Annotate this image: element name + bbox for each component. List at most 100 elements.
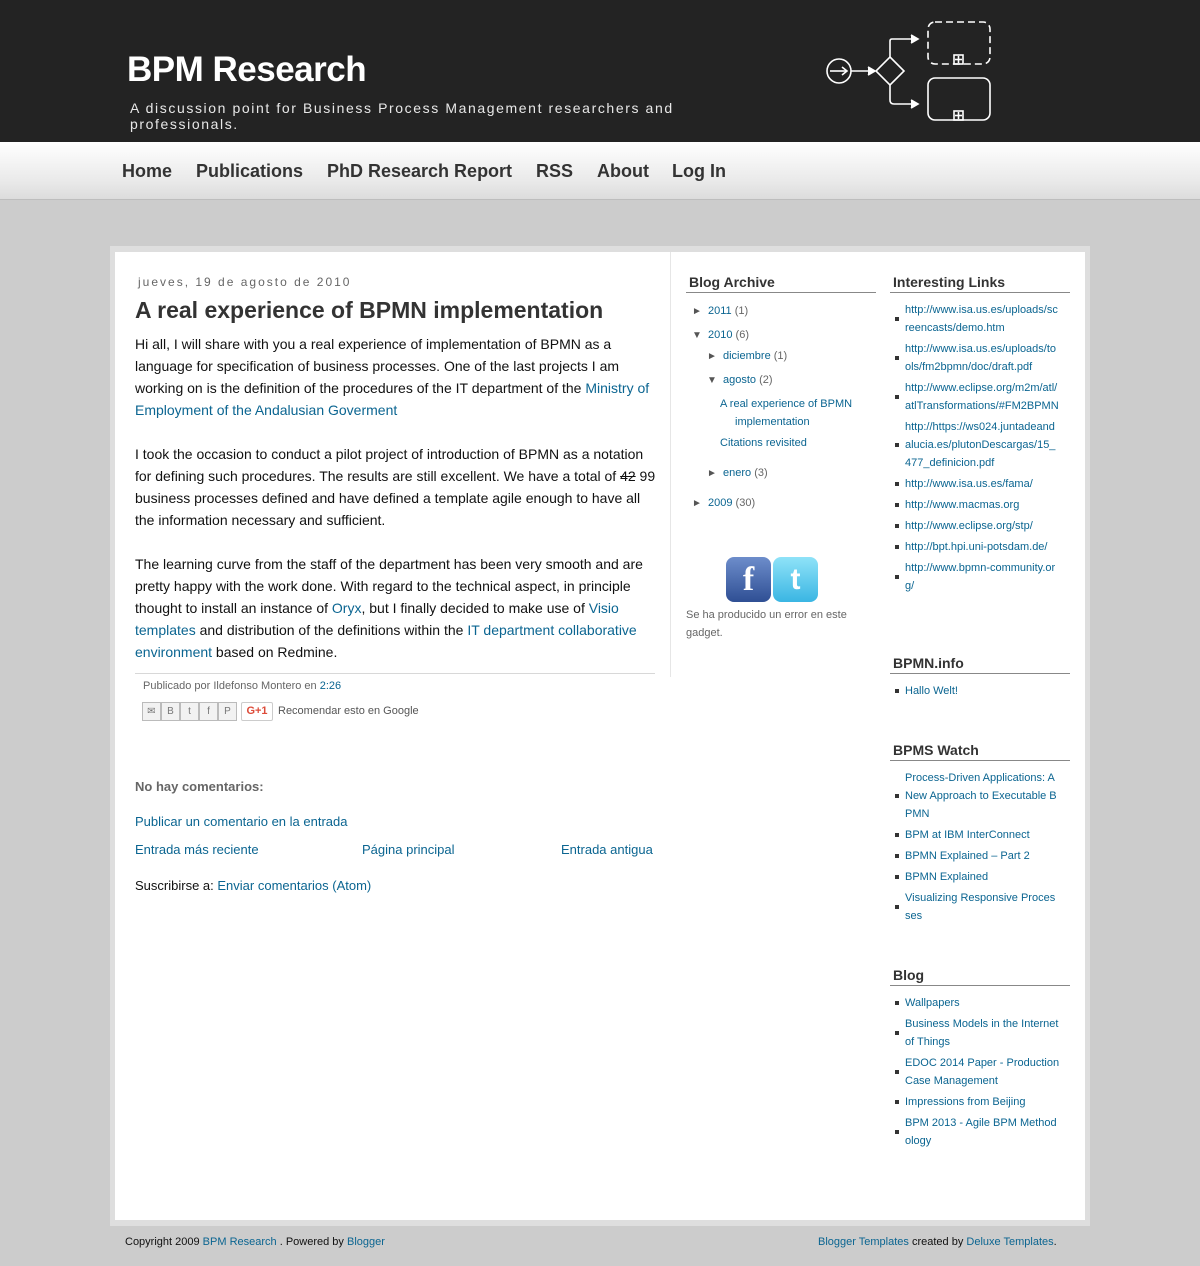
blog-post-link[interactable]: Business Models in the Internet of Thing…: [905, 1018, 1058, 1048]
newer-post-link[interactable]: Entrada más reciente: [135, 842, 259, 857]
archive-year-2011[interactable]: ► 2011 (1): [692, 305, 748, 317]
blog-title: Blog: [890, 967, 1070, 986]
expand-arrow-icon[interactable]: ►: [707, 468, 723, 479]
comments-heading: No hay comentarios:: [135, 779, 264, 794]
post-paragraph: I took the occasion to conduct a pilot p…: [135, 443, 657, 531]
archive-count: (1): [773, 350, 788, 362]
nav-home[interactable]: Home: [122, 161, 172, 182]
expand-arrow-icon[interactable]: ►: [692, 306, 708, 317]
archive-year-link[interactable]: 2011: [708, 305, 732, 317]
archive-count: (6): [735, 329, 749, 341]
older-post-link[interactable]: Entrada antigua: [561, 842, 653, 857]
site-description: A discussion point for Business Process …: [130, 100, 674, 132]
archive-month-link[interactable]: enero: [723, 467, 751, 479]
list-item: BPM 2013 - Agile BPM Methodology: [890, 1114, 1060, 1150]
expand-arrow-icon[interactable]: ►: [707, 351, 723, 362]
nav-log-in[interactable]: Log In: [672, 161, 726, 182]
interesting-link[interactable]: http://www.macmas.org: [905, 499, 1019, 511]
archive-month-diciembre[interactable]: ► diciembre (1): [707, 350, 787, 362]
bpms-watch-link[interactable]: Visualizing Responsive Processes: [905, 892, 1055, 922]
bpms-watch-link[interactable]: BPMN Explained – Part 2: [905, 850, 1030, 862]
list-item: Business Models in the Internet of Thing…: [890, 1015, 1060, 1051]
blog-post-link[interactable]: EDOC 2014 Paper - Production Case Manage…: [905, 1057, 1059, 1087]
facebook-icon[interactable]: f: [199, 701, 218, 721]
list-item: Impressions from Beijing: [890, 1093, 1060, 1111]
interesting-link[interactable]: http://https://ws024.juntadeandalucia.es…: [905, 421, 1055, 469]
interesting-link[interactable]: http://bpt.hpi.uni-potsdam.de/: [905, 541, 1047, 553]
archive-count: (2): [759, 374, 773, 386]
footer-blogger-link[interactable]: Blogger: [347, 1236, 385, 1248]
twitter-icon[interactable]: t: [773, 557, 818, 602]
post-text: Hi all, I will share with you a real exp…: [135, 336, 620, 396]
post-text: I took the occasion to conduct a pilot p…: [135, 446, 644, 484]
list-item: http://www.isa.us.es/uploads/tools/fm2bp…: [890, 340, 1060, 376]
site-title[interactable]: BPM Research: [127, 50, 367, 90]
list-item: http://www.macmas.org: [890, 496, 1060, 514]
bpmn-info-link[interactable]: Hallo Welt!: [905, 685, 958, 697]
interesting-link[interactable]: http://www.isa.us.es/uploads/screencasts…: [905, 304, 1058, 334]
archive-post-bpmn-experience[interactable]: A real experience of BPMN implementation: [720, 395, 870, 431]
twitter-icon[interactable]: t: [180, 701, 199, 721]
blog-archive-title: Blog Archive: [686, 274, 876, 293]
facebook-icon[interactable]: f: [726, 557, 771, 602]
social-buttons: f t: [726, 557, 818, 602]
post-title: A real experience of BPMN implementation: [135, 297, 604, 323]
blogger-templates-link[interactable]: Blogger Templates: [818, 1236, 909, 1248]
list-item: Wallpapers: [890, 994, 1060, 1012]
archive-year-link[interactable]: 2009: [708, 497, 732, 509]
nav-rss[interactable]: RSS: [536, 161, 573, 182]
expand-arrow-icon[interactable]: ►: [692, 498, 708, 509]
interesting-link[interactable]: http://www.isa.us.es/uploads/tools/fm2bp…: [905, 343, 1056, 373]
blog-post-link[interactable]: BPM 2013 - Agile BPM Methodology: [905, 1117, 1057, 1147]
deluxe-templates-link[interactable]: Deluxe Templates: [966, 1236, 1053, 1248]
archive-month-enero[interactable]: ► enero (3): [707, 467, 768, 479]
created-by-text: created by: [908, 1236, 967, 1248]
archive-month-link[interactable]: agosto: [723, 374, 756, 386]
bpms-watch-list: Process-Driven Applications: A New Appro…: [890, 769, 1060, 928]
archive-month-agosto[interactable]: ▼ agosto (2): [707, 374, 773, 386]
post-comment-link[interactable]: Publicar un comentario en la entrada: [135, 814, 347, 829]
oryx-link[interactable]: Oryx: [332, 600, 362, 616]
list-item: Hallo Welt!: [890, 682, 1060, 700]
site-header: BPM Research A discussion point for Busi…: [0, 0, 1200, 142]
nav-about[interactable]: About: [597, 161, 649, 182]
bpms-watch-link[interactable]: BPM at IBM InterConnect: [905, 829, 1030, 841]
collapse-arrow-icon[interactable]: ▼: [692, 330, 708, 341]
list-item: EDOC 2014 Paper - Production Case Manage…: [890, 1054, 1060, 1090]
column-divider: [670, 252, 671, 677]
email-icon[interactable]: ✉: [142, 701, 161, 721]
pinterest-icon[interactable]: P: [218, 701, 237, 721]
bpmn-info-title: BPMN.info: [890, 655, 1070, 674]
blogger-icon[interactable]: B: [161, 701, 180, 721]
bpms-watch-link[interactable]: Process-Driven Applications: A New Appro…: [905, 772, 1057, 820]
archive-post-citations-revisited[interactable]: Citations revisited: [720, 437, 807, 449]
blog-post-link[interactable]: Impressions from Beijing: [905, 1096, 1025, 1108]
archive-year-2009[interactable]: ► 2009 (30): [692, 497, 755, 509]
bpmn-diagram-logo-icon: [826, 21, 991, 121]
archive-year-link[interactable]: 2010: [708, 329, 732, 341]
interesting-link[interactable]: http://www.eclipse.org/m2m/atl/atlTransf…: [905, 382, 1059, 412]
list-item: http://www.isa.us.es/uploads/screencasts…: [890, 301, 1060, 337]
interesting-link[interactable]: http://www.isa.us.es/fama/: [905, 478, 1033, 490]
nav-publications[interactable]: Publications: [196, 161, 303, 182]
interesting-link[interactable]: http://www.eclipse.org/stp/: [905, 520, 1033, 532]
archive-year-2010[interactable]: ▼ 2010 (6): [692, 329, 749, 341]
nav-phd-research-report[interactable]: PhD Research Report: [327, 161, 512, 182]
bpmn-info-list: Hallo Welt!: [890, 682, 1060, 703]
bpms-watch-link[interactable]: BPMN Explained: [905, 871, 988, 883]
collapse-arrow-icon[interactable]: ▼: [707, 375, 723, 386]
list-item: http://bpt.hpi.uni-potsdam.de/: [890, 538, 1060, 556]
interesting-links-title: Interesting Links: [890, 274, 1070, 293]
list-item: BPMN Explained: [890, 868, 1060, 886]
post-date: jueves, 19 de agosto de 2010: [138, 275, 352, 289]
atom-feed-link[interactable]: Enviar comentarios (Atom): [217, 878, 371, 893]
footer-site-link[interactable]: BPM Research: [203, 1236, 277, 1248]
post-time-link[interactable]: 2:26: [320, 680, 341, 692]
home-page-link[interactable]: Página principal: [362, 842, 455, 857]
blog-post-link[interactable]: Wallpapers: [905, 997, 960, 1009]
interesting-link[interactable]: http://www.bpmn-community.org/: [905, 562, 1055, 592]
archive-month-link[interactable]: diciembre: [723, 350, 771, 362]
google-plus-one-button[interactable]: G+1: [241, 701, 273, 721]
post-text: , but I finally decided to make use of: [361, 600, 589, 616]
bpms-watch-title: BPMS Watch: [890, 742, 1070, 761]
